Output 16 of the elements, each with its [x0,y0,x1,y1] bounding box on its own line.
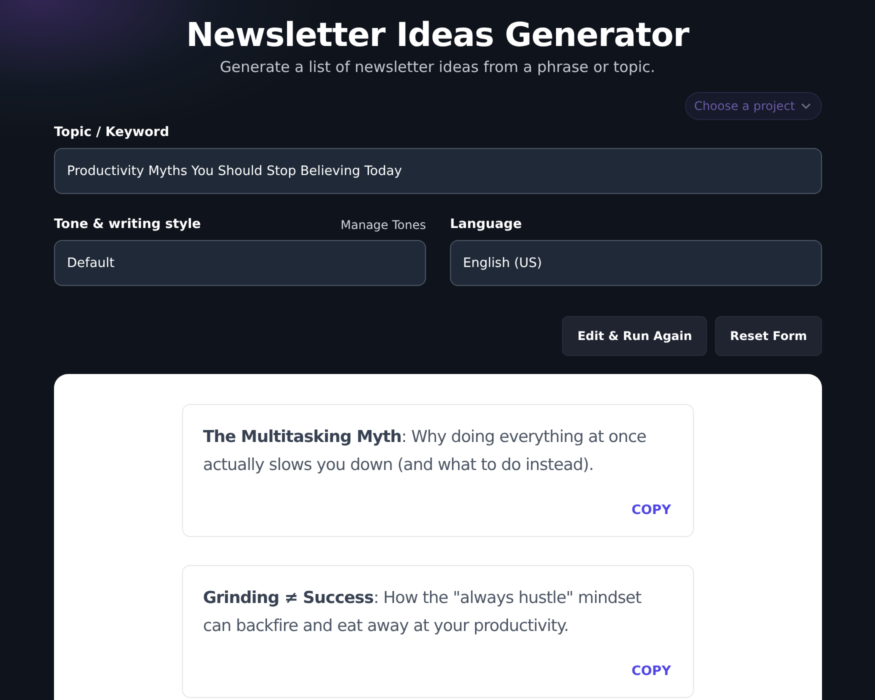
idea-text: Grinding ≠ Success: How the "always hustle" mindset can backfire and eat away at your productivity. [203,587,642,637]
manage-tones-link[interactable]: Manage Tones [340,218,426,232]
input-field[interactable]: Default [54,240,426,286]
page-title: Newsletter Ideas Generator [186,14,689,56]
page-subtitle: Generate a list of newsletter ideas from a phrase or topic. [220,58,656,76]
edit-run-button[interactable]: Edit & Run Again [562,316,708,356]
input-field[interactable]: Productivity Myths You Should Stop Believing Today [54,148,822,194]
copy-button[interactable]: COPY [629,499,673,522]
chevron-down-icon [801,101,811,111]
copy-button[interactable]: COPY [629,660,673,683]
reset-button[interactable]: Reset Form [715,316,822,356]
field-label: Topic / Keyword [54,125,170,140]
field-label: Tone & writing style [54,217,201,232]
input-field[interactable]: English (US) [450,240,822,286]
field-label: Language [450,217,522,232]
idea-text: The Multitasking Myth: Why doing everything at once actually slows you down (and what to do instead). [203,426,648,476]
